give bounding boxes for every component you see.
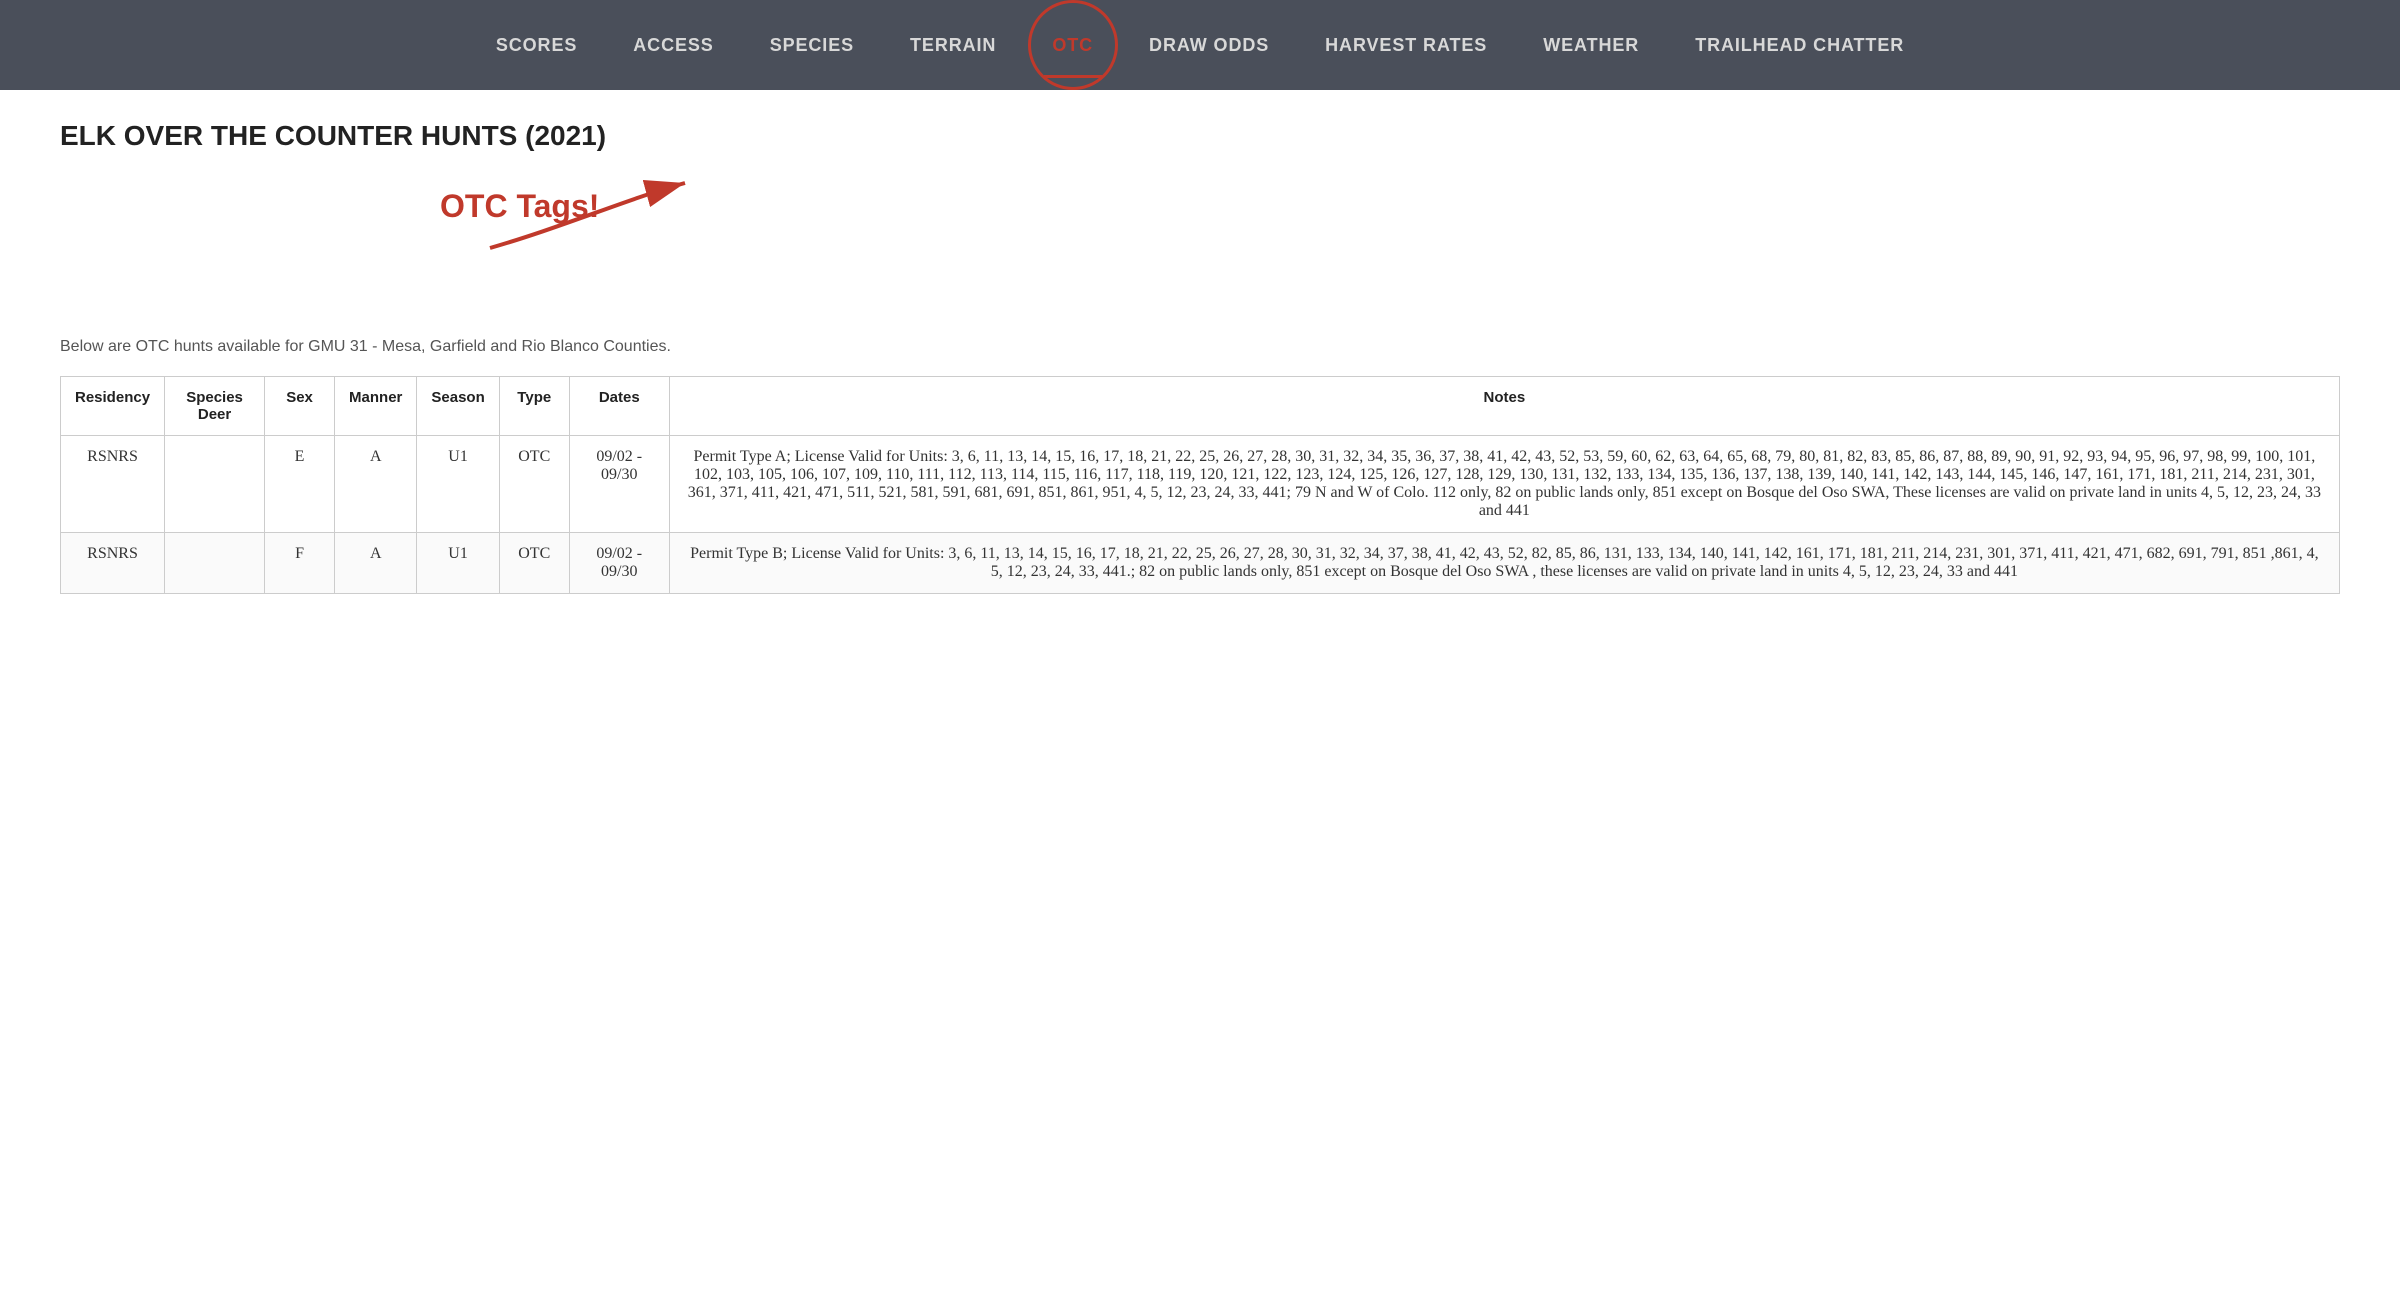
table-row: RSNRS EAU1OTC09/02 - 09/30Permit Type A; … <box>61 436 2340 533</box>
main-nav: SCORES ACCESS SPECIES TERRAIN OTC DRAW O… <box>0 0 2400 90</box>
cell-dates: 09/02 - 09/30 <box>569 436 669 533</box>
th-sex: Sex <box>265 377 335 436</box>
nav-item-terrain[interactable]: TERRAIN <box>882 0 1024 90</box>
cell-dates: 09/02 - 09/30 <box>569 533 669 594</box>
main-content: ELK OVER THE COUNTER HUNTS (2021) OTC Ta… <box>0 90 2400 624</box>
cell-species <box>165 533 265 594</box>
annotation-area: OTC Tags! <box>60 168 2340 328</box>
th-season: Season <box>417 377 499 436</box>
nav-item-trailhead-chatter[interactable]: TRAILHEAD CHATTER <box>1667 0 1932 90</box>
otc-tags-label: OTC Tags! <box>440 188 599 225</box>
cell-notes: Permit Type A; License Valid for Units: … <box>669 436 2339 533</box>
cell-type: OTC <box>499 436 569 533</box>
cell-species <box>165 436 265 533</box>
otc-arrow-svg <box>60 168 760 328</box>
nav-item-draw-odds[interactable]: DRAW ODDS <box>1121 0 1297 90</box>
th-dates: Dates <box>569 377 669 436</box>
cell-manner: A <box>335 436 417 533</box>
nav-otc-wrapper: OTC <box>1024 0 1121 90</box>
table-row: RSNRS FAU1OTC09/02 - 09/30Permit Type B; … <box>61 533 2340 594</box>
otc-hunts-table: Residency SpeciesDeer Sex Manner Season … <box>60 376 2340 594</box>
nav-item-harvest-rates[interactable]: HARVEST RATES <box>1297 0 1515 90</box>
cell-manner: A <box>335 533 417 594</box>
nav-item-weather[interactable]: WEATHER <box>1515 0 1667 90</box>
nav-item-otc[interactable]: OTC <box>1024 0 1121 90</box>
cell-residency: RSNRS <box>61 436 165 533</box>
th-residency: Residency <box>61 377 165 436</box>
th-manner: Manner <box>335 377 417 436</box>
th-type: Type <box>499 377 569 436</box>
cell-residency: RSNRS <box>61 533 165 594</box>
th-notes: Notes <box>669 377 2339 436</box>
cell-season: U1 <box>417 533 499 594</box>
nav-item-access[interactable]: ACCESS <box>605 0 741 90</box>
nav-item-scores[interactable]: SCORES <box>468 0 605 90</box>
page-title: ELK OVER THE COUNTER HUNTS (2021) <box>60 120 2340 152</box>
cell-season: U1 <box>417 436 499 533</box>
cell-type: OTC <box>499 533 569 594</box>
cell-notes: Permit Type B; License Valid for Units: … <box>669 533 2339 594</box>
nav-item-species[interactable]: SPECIES <box>742 0 882 90</box>
th-species: SpeciesDeer <box>165 377 265 436</box>
subtitle: Below are OTC hunts available for GMU 31… <box>60 338 2340 356</box>
cell-sex: F <box>265 533 335 594</box>
cell-sex: E <box>265 436 335 533</box>
